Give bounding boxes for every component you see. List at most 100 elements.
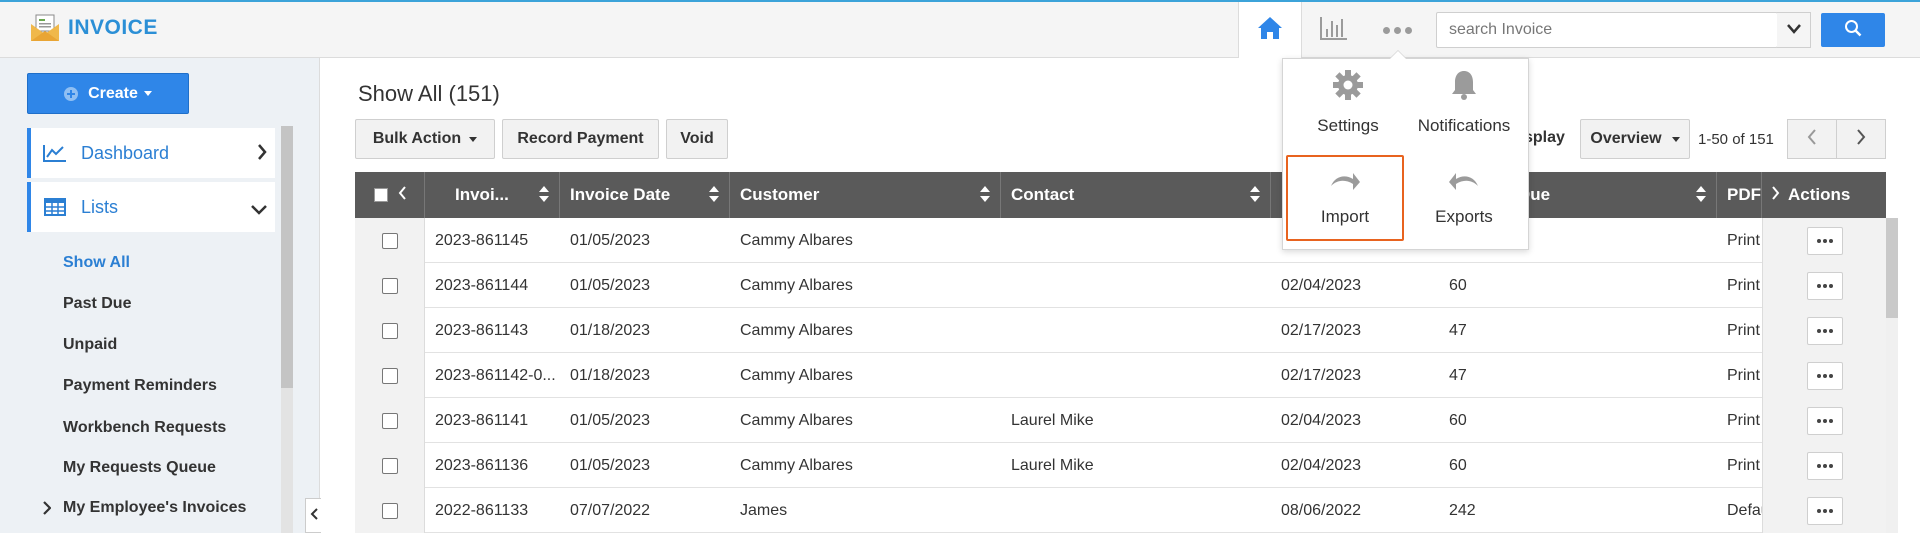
- sidebar-section-dashboard[interactable]: Dashboard: [27, 128, 275, 178]
- record-payment-label: Record Payment: [517, 130, 644, 147]
- invoice-envelope-icon: [30, 14, 60, 42]
- cell-pdf[interactable]: Print: [1717, 308, 1762, 353]
- chevron-left-icon: [310, 507, 318, 525]
- row-actions-button[interactable]: [1806, 451, 1843, 480]
- pagination-info: 1-50 of 151: [1698, 131, 1774, 148]
- column-header-invoice-date[interactable]: Invoice Date: [560, 172, 730, 218]
- row-actions-button[interactable]: [1806, 361, 1843, 390]
- cell-pdf[interactable]: Print: [1717, 398, 1762, 443]
- cell-days: 60: [1449, 456, 1467, 474]
- void-button[interactable]: Void: [666, 119, 728, 159]
- sidebar-scroll-thumb[interactable]: [281, 126, 293, 388]
- sidebar-item-unpaid[interactable]: Unpaid: [63, 336, 117, 354]
- settings-menu-item[interactable]: Settings: [1289, 59, 1407, 145]
- row-actions-cell: [1762, 308, 1886, 353]
- sidebar-section-lists[interactable]: Lists: [27, 182, 275, 232]
- row-actions-button[interactable]: [1806, 271, 1843, 300]
- table-row[interactable]: 2023-861145 01/05/2023 Cammy Albares Print: [355, 218, 1886, 263]
- search-input[interactable]: [1437, 13, 1777, 47]
- row-actions-button[interactable]: [1806, 406, 1843, 435]
- sidebar-section-label: Lists: [81, 196, 119, 217]
- search-button[interactable]: [1821, 13, 1885, 47]
- cell-days: 60: [1449, 276, 1467, 294]
- notifications-menu-item[interactable]: Notifications: [1405, 59, 1523, 145]
- chevron-right-icon: [257, 144, 267, 165]
- cell-date: 01/05/2023: [570, 231, 651, 249]
- invoice-table: Invoi... Invoice Date Customer Contact A…: [355, 172, 1886, 533]
- sidebar-section-label: Dashboard: [81, 142, 170, 163]
- row-actions-cell: [1762, 443, 1886, 488]
- cell-invoice: 2023-861145: [435, 231, 529, 249]
- column-header-customer[interactable]: Customer: [730, 172, 1001, 218]
- sidebar-item-show-all[interactable]: Show All: [63, 254, 130, 272]
- chevron-down-icon: [251, 202, 267, 220]
- column-header-invoice[interactable]: Invoi...: [425, 172, 560, 218]
- sidebar-item-my-requests-queue[interactable]: My Requests Queue: [63, 459, 216, 477]
- chevron-right-icon[interactable]: [1772, 185, 1780, 205]
- exports-menu-item[interactable]: Exports: [1405, 155, 1523, 241]
- row-checkbox[interactable]: [381, 322, 398, 339]
- cell-pdf[interactable]: Print: [1717, 443, 1762, 488]
- bar-chart-icon: [1319, 15, 1349, 46]
- chevron-left-icon[interactable]: [398, 185, 406, 205]
- search-filter-dropdown[interactable]: [1777, 12, 1811, 48]
- row-select-cell: [355, 263, 425, 308]
- home-button[interactable]: [1238, 2, 1302, 58]
- cell-pdf[interactable]: Defau: [1717, 488, 1762, 533]
- table-row[interactable]: 2023-861141 01/05/2023 Cammy Albares Laurel…: [355, 398, 1886, 443]
- sidebar-item-payment-reminders[interactable]: Payment Reminders: [63, 377, 217, 395]
- row-actions-cell: [1762, 263, 1886, 308]
- page-title: Show All (151): [358, 81, 500, 106]
- cell-pdf[interactable]: Print: [1717, 353, 1762, 398]
- sidebar-collapse-toggle[interactable]: [305, 498, 321, 533]
- row-checkbox[interactable]: [381, 277, 398, 294]
- column-header-contact[interactable]: Contact: [1001, 172, 1271, 218]
- sort-icon: [1250, 186, 1260, 204]
- sidebar-item-workbench-requests[interactable]: Workbench Requests: [63, 419, 226, 437]
- table-row[interactable]: 2023-861136 01/05/2023 Cammy Albares Laurel…: [355, 443, 1886, 488]
- column-header-label: PDF: [1727, 185, 1761, 204]
- record-payment-button[interactable]: Record Payment: [502, 119, 659, 159]
- row-checkbox[interactable]: [381, 232, 398, 249]
- row-actions-button[interactable]: [1806, 316, 1843, 345]
- bulk-action-button[interactable]: Bulk Action: [355, 119, 495, 159]
- row-checkbox[interactable]: [381, 457, 398, 474]
- cell-due: 02/17/2023: [1281, 366, 1362, 384]
- cell-due: 08/06/2022: [1281, 501, 1362, 519]
- reports-button[interactable]: [1302, 2, 1366, 58]
- cell-days: 47: [1449, 321, 1467, 339]
- cell-date: 01/05/2023: [570, 276, 651, 294]
- table-row[interactable]: 2023-861144 01/05/2023 Cammy Albares 02/04/…: [355, 263, 1886, 308]
- settings-label: Settings: [1317, 115, 1379, 135]
- display-select[interactable]: Overview: [1580, 119, 1690, 159]
- row-checkbox[interactable]: [381, 412, 398, 429]
- cell-days: 242: [1449, 501, 1476, 519]
- table-row[interactable]: 2023-861143 01/18/2023 Cammy Albares 02/17/…: [355, 308, 1886, 353]
- brand[interactable]: INVOICE: [30, 14, 158, 42]
- plus-circle-icon: [64, 86, 79, 101]
- table-row[interactable]: 2023-861142-0... 01/18/2023 Cammy Albares 0…: [355, 353, 1886, 398]
- cell-pdf[interactable]: Print: [1717, 263, 1762, 308]
- previous-page-button[interactable]: [1787, 119, 1837, 159]
- cell-invoice: 2023-861141: [435, 411, 529, 429]
- next-page-button[interactable]: [1836, 119, 1886, 159]
- row-actions-button[interactable]: [1806, 226, 1843, 255]
- table-row[interactable]: 2022-861133 07/07/2022 James 08/06/2022 242 D…: [355, 488, 1886, 533]
- bulk-action-label: Bulk Action: [372, 130, 462, 147]
- table-scroll-thumb[interactable]: [1886, 218, 1898, 318]
- select-all-checkbox[interactable]: [373, 188, 388, 202]
- sidebar-item-my-employees-invoices[interactable]: My Employee's Invoices: [63, 499, 246, 517]
- row-checkbox[interactable]: [381, 367, 398, 384]
- column-header-pdf: PDF: [1717, 172, 1762, 218]
- sidebar-item-past-due[interactable]: Past Due: [63, 295, 131, 313]
- cell-date: 01/18/2023: [570, 366, 651, 384]
- cell-contact: [1001, 353, 1271, 398]
- chevron-right-icon[interactable]: [43, 501, 52, 520]
- import-menu-item[interactable]: Import: [1286, 155, 1404, 241]
- cell-pdf[interactable]: Print: [1717, 218, 1762, 263]
- search-box: [1436, 12, 1778, 48]
- row-actions-button[interactable]: [1806, 496, 1843, 525]
- import-label: Import: [1320, 206, 1370, 226]
- create-button[interactable]: Create: [27, 73, 189, 114]
- row-checkbox[interactable]: [381, 502, 398, 519]
